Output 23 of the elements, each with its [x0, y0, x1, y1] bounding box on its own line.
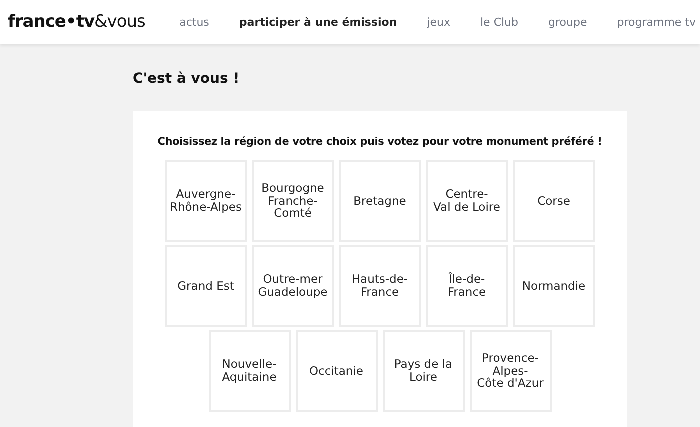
region-tile[interactable]: Outre-mer Guadeloupe	[252, 245, 334, 327]
region-tile[interactable]: Bretagne	[339, 160, 421, 242]
region-tile[interactable]: Normandie	[513, 245, 595, 327]
region-tile[interactable]: Provence- Alpes- Côte d'Azur	[470, 330, 552, 412]
nav-link[interactable]: programme tv	[594, 16, 700, 28]
region-tile[interactable]: Île-de- France	[426, 245, 508, 327]
region-tile[interactable]: Nouvelle- Aquitaine	[208, 330, 290, 412]
region-tile[interactable]: Grand Est	[165, 245, 247, 327]
nav-link[interactable]: jeux	[404, 16, 458, 28]
page-title: C'est à vous !	[133, 71, 241, 89]
instruction-text: Choisissez la région de votre choix puis votez pour votre monument préféré !	[158, 136, 602, 148]
region-tile[interactable]: Auvergne- Rhône-Alpes	[165, 160, 247, 242]
region-tile[interactable]: Corse	[513, 160, 595, 242]
nav-link[interactable]: le Club	[458, 16, 526, 28]
nav-link[interactable]: groupe	[526, 16, 594, 28]
region-tile[interactable]: Pays de la Loire	[382, 330, 464, 412]
region-tile[interactable]: Bourgogne Franche- Comté	[252, 160, 334, 242]
nav-link[interactable]: actus	[156, 16, 216, 28]
site-logo[interactable]: france•tv&vous	[8, 12, 146, 32]
region-tile[interactable]: Occitanie	[296, 330, 378, 412]
region-tile[interactable]: Centre- Val de Loire	[426, 160, 508, 242]
nav-link[interactable]: participer à une émission	[216, 16, 404, 28]
region-tile[interactable]: Hauts-de- France	[339, 245, 421, 327]
